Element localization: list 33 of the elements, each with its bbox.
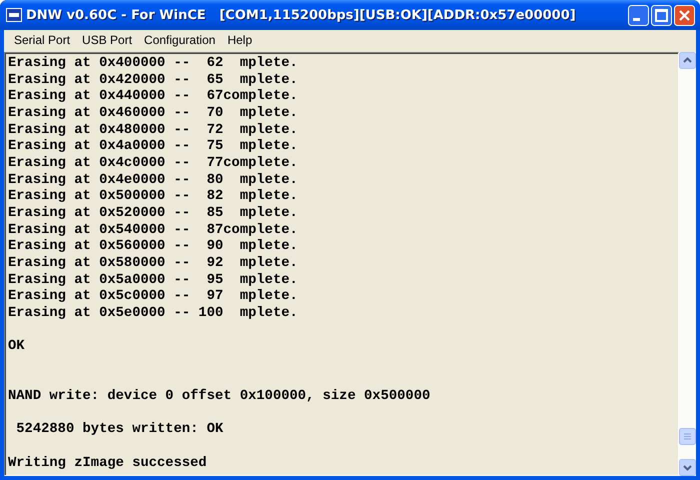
minimize-button[interactable] bbox=[628, 4, 649, 26]
console-line: Erasing at 0x4a0000 -- 75 mplete. bbox=[8, 139, 298, 156]
console-line: Erasing at 0x5e0000 -- 100 mplete. bbox=[8, 306, 298, 323]
console-line: Erasing at 0x5c0000 -- 97 mplete. bbox=[8, 289, 298, 306]
console-line: Erasing at 0x480000 -- 72 mplete. bbox=[8, 122, 298, 139]
maximize-button[interactable] bbox=[651, 4, 672, 26]
console-line: Erasing at 0x420000 -- 65 mplete. bbox=[8, 72, 298, 89]
console-line: Erasing at 0x4e0000 -- 80 mplete. bbox=[8, 172, 298, 189]
console-line: Erasing at 0x440000 -- 67complete. bbox=[8, 89, 298, 106]
menu-item[interactable]: Help bbox=[221, 33, 258, 47]
window-title: DNW v0.60C - For WinCE [COM1,115200bps][USB:OK][ADDR:0x57e00000] bbox=[26, 8, 577, 22]
console-line: Erasing at 0x460000 -- 70 mplete. bbox=[8, 106, 298, 123]
console-line: NAND write: device 0 offset 0x100000, size 0x500000 bbox=[8, 389, 430, 406]
console-line: Erasing at 0x520000 -- 85 mplete. bbox=[8, 206, 298, 223]
console-line: Erasing at 0x560000 -- 90 mplete. bbox=[8, 239, 298, 256]
app-icon bbox=[6, 8, 22, 22]
scroll-thumb[interactable] bbox=[679, 428, 696, 445]
menu-item[interactable]: Configuration bbox=[138, 33, 222, 47]
menu-item[interactable]: Serial Port bbox=[8, 33, 76, 47]
console-line: Erasing at 0x5a0000 -- 95 mplete. bbox=[8, 272, 298, 289]
menu-item[interactable]: USB Port bbox=[76, 33, 138, 47]
console-line: Erasing at 0x500000 -- 82 mplete. bbox=[8, 189, 298, 206]
console-line: Erasing at 0x540000 -- 87complete. bbox=[8, 222, 298, 239]
console-line: Erasing at 0x580000 -- 92 mplete. bbox=[8, 256, 298, 273]
console-line: Writing zImage successed bbox=[8, 456, 207, 472]
console-line: 5242880 bytes written: OK bbox=[15, 422, 224, 440]
console-line: OK bbox=[8, 339, 25, 356]
scroll-down-button[interactable] bbox=[679, 459, 696, 476]
scrollbar[interactable] bbox=[679, 52, 696, 476]
scroll-up-button[interactable] bbox=[679, 52, 696, 69]
console-line: Erasing at 0x4c0000 -- 77complete. bbox=[8, 156, 298, 173]
console-line: Erasing at 0x400000 -- 62 mplete. bbox=[8, 56, 298, 73]
close-button[interactable] bbox=[674, 4, 695, 26]
